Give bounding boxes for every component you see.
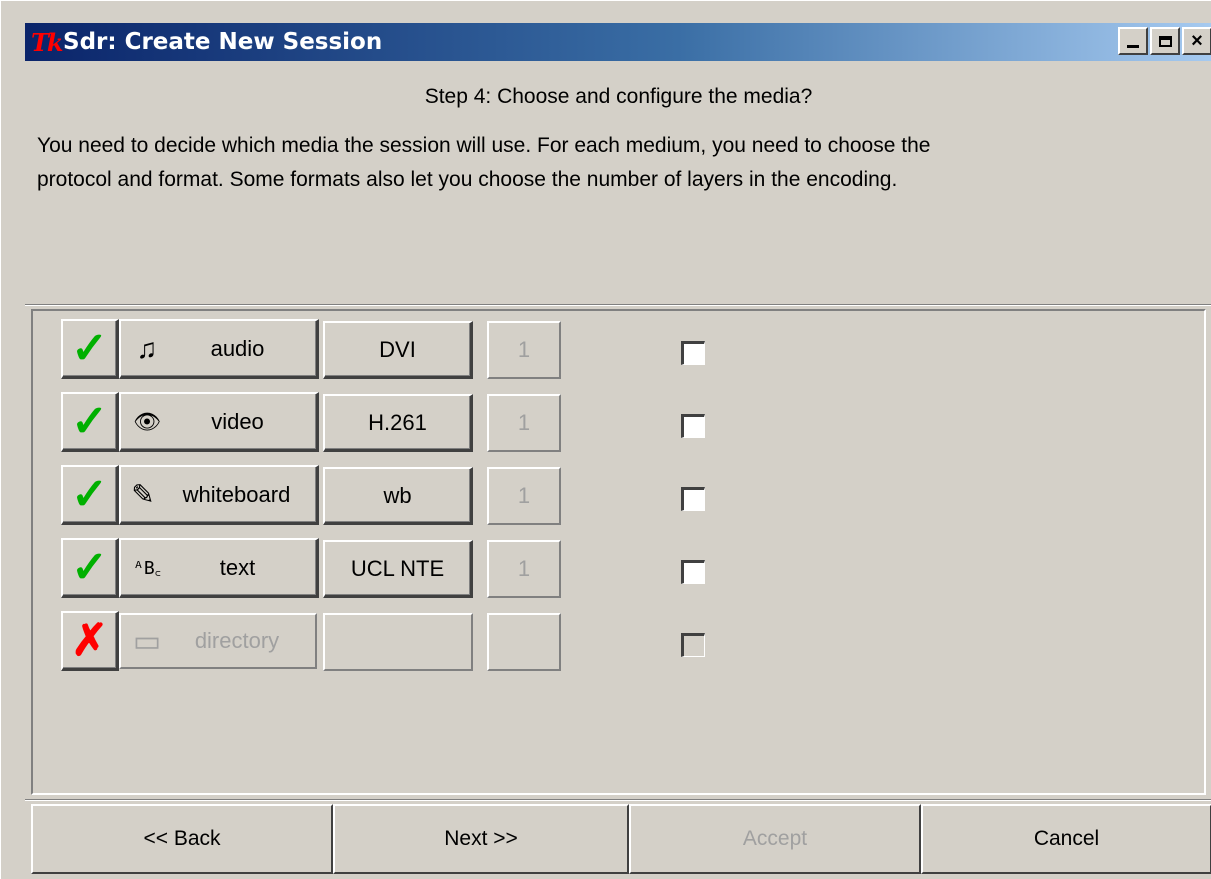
audio-enable-toggle[interactable]: ✓: [61, 319, 119, 379]
format-label: UCL NTE: [350, 555, 445, 581]
back-button[interactable]: << Back: [31, 804, 333, 874]
window-title: Sdr: Create New Session: [63, 29, 383, 55]
divider-bottom: [25, 799, 1211, 801]
whiteboard-option-checkbox[interactable]: [681, 487, 705, 511]
layers-value: 1: [517, 556, 531, 581]
directory-option-checkbox: [681, 633, 705, 657]
cancel-label: Cancel: [1033, 827, 1100, 850]
checkmark-icon: ✓: [71, 397, 108, 446]
description-line-2: protocol and format. Some formats also l…: [37, 168, 898, 191]
format-label: DVI: [379, 336, 416, 362]
checkmark-icon: ✓: [71, 324, 108, 373]
audio-option-checkbox[interactable]: [681, 341, 705, 365]
checkmark-icon: ✓: [71, 543, 108, 592]
close-icon: ×: [1191, 30, 1203, 52]
abc-icon: ᴬB꜀: [133, 557, 161, 579]
accept-button: Accept: [629, 804, 921, 874]
text-format-button[interactable]: UCL NTE: [323, 540, 473, 598]
medium-label: text: [219, 554, 256, 580]
whiteboard-layers-field[interactable]: 1: [487, 467, 561, 525]
maximize-button[interactable]: [1150, 27, 1180, 55]
next-button[interactable]: Next >>: [333, 804, 629, 874]
minimize-icon: [1127, 44, 1139, 48]
medium-label: whiteboard: [182, 481, 291, 507]
window-controls: ×: [1116, 27, 1211, 55]
medium-label: video: [211, 408, 264, 434]
directory-format-button: [323, 613, 473, 671]
x-mark-icon: ✗: [71, 616, 108, 665]
layers-value: 1: [517, 483, 531, 508]
checkmark-icon: ✓: [71, 470, 108, 519]
video-option-checkbox[interactable]: [681, 414, 705, 438]
title-bar[interactable]: Tk Sdr: Create New Session ×: [25, 23, 1211, 61]
description-line-1: You need to decide which media the sessi…: [37, 134, 931, 157]
folder-icon: ▭: [132, 624, 162, 658]
directory-medium-button: ▭ directory: [119, 613, 317, 669]
video-enable-toggle[interactable]: ✓: [61, 392, 119, 452]
text-enable-toggle[interactable]: ✓: [61, 538, 119, 598]
format-label: H.261: [368, 409, 427, 435]
whiteboard-format-button[interactable]: wb: [323, 467, 473, 525]
text-layers-field[interactable]: 1: [487, 540, 561, 598]
medium-label: audio: [210, 335, 265, 361]
minimize-button[interactable]: [1118, 27, 1148, 55]
navigation-bar: << Back Next >> Accept Cancel: [31, 804, 1211, 874]
whiteboard-enable-toggle[interactable]: ✓: [61, 465, 119, 525]
create-session-window: Tk Sdr: Create New Session × Step 4: Cho…: [0, 0, 1211, 879]
text-medium-button[interactable]: ᴬB꜀ text: [119, 538, 319, 598]
accept-label: Accept: [742, 827, 808, 850]
audio-medium-button[interactable]: ♫ audio: [119, 319, 319, 379]
divider-top: [25, 304, 1211, 306]
medium-label: directory: [194, 628, 280, 653]
step-heading: Step 4: Choose and configure the media?: [424, 85, 813, 108]
whiteboard-medium-button[interactable]: ✎ whiteboard: [119, 465, 319, 525]
pen-icon: ✎: [131, 479, 155, 510]
cancel-button[interactable]: Cancel: [921, 804, 1211, 874]
step-description: You need to decide which media the sessi…: [37, 129, 1207, 197]
video-format-button[interactable]: H.261: [323, 394, 473, 452]
close-button[interactable]: ×: [1182, 27, 1211, 55]
maximize-icon: [1158, 35, 1172, 47]
directory-layers-field: [487, 613, 561, 671]
eye-icon: 👁: [133, 408, 161, 434]
audio-layers-field[interactable]: 1: [487, 321, 561, 379]
back-label: << Back: [143, 827, 221, 850]
tk-logo-icon: Tk: [31, 27, 64, 57]
next-label: Next >>: [444, 827, 518, 850]
video-layers-field[interactable]: 1: [487, 394, 561, 452]
format-label: wb: [383, 482, 412, 508]
layers-value: 1: [517, 337, 531, 362]
layers-value: 1: [517, 410, 531, 435]
music-note-icon: ♫: [136, 332, 158, 364]
audio-format-button[interactable]: DVI: [323, 321, 473, 379]
text-option-checkbox[interactable]: [681, 560, 705, 584]
video-medium-button[interactable]: 👁 video: [119, 392, 319, 452]
directory-enable-toggle[interactable]: ✗: [61, 611, 119, 671]
